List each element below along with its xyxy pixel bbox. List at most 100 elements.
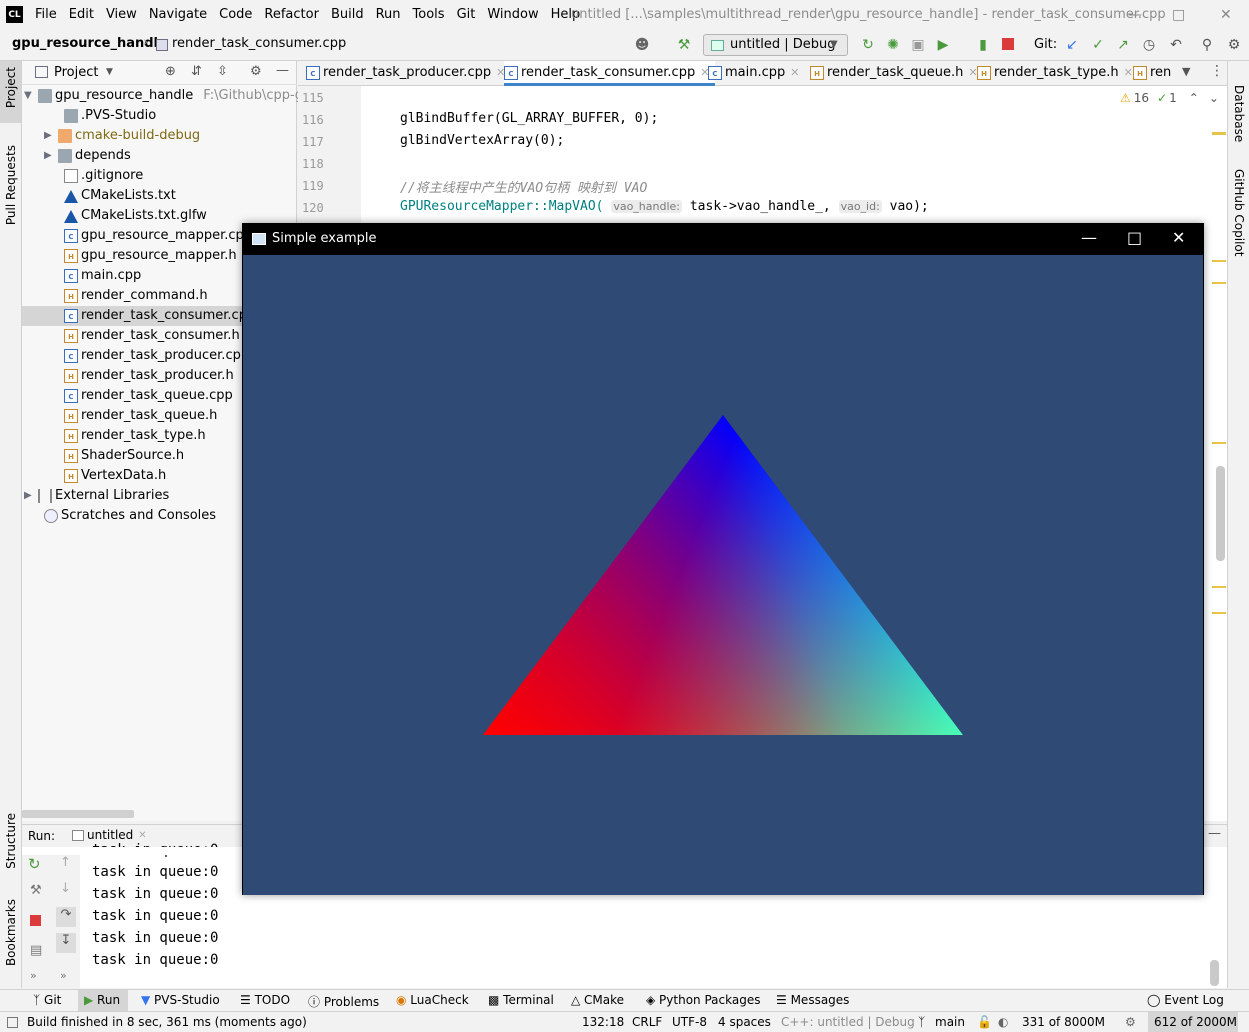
gl-window-titlebar[interactable]: Simple example — □ ✕ — [243, 224, 1203, 255]
status-line-ending[interactable]: CRLF — [632, 1015, 662, 1029]
close-tab-icon[interactable]: ✕ — [1124, 66, 1133, 79]
tree-item[interactable]: CMakeLists.txt — [64, 186, 176, 206]
menu-build[interactable]: Build — [331, 7, 364, 22]
tree-item[interactable]: Crender_task_producer.cpp — [64, 346, 249, 366]
close-tab-icon[interactable]: ✕ — [138, 830, 146, 841]
locate-icon[interactable]: ⊕ — [165, 64, 176, 79]
menu-edit[interactable]: Edit — [69, 7, 94, 22]
rerun-icon[interactable]: ↻ — [28, 855, 41, 873]
status-memory-a[interactable]: 331 of 8000M — [1022, 1015, 1105, 1029]
maximize-icon[interactable]: □ — [1172, 7, 1185, 23]
vertical-scrollbar[interactable] — [1216, 466, 1225, 561]
tree-item[interactable]: ▶ cmake-build-debug — [44, 126, 200, 146]
menu-git[interactable]: Git — [457, 7, 476, 22]
tab-render-task-type-h[interactable]: Hrender_task_type.h ✕ — [977, 61, 1133, 86]
menu-refactor[interactable]: Refactor — [264, 7, 319, 22]
menu-view[interactable]: View — [106, 7, 137, 22]
gl-canvas[interactable] — [243, 255, 1203, 895]
tree-item[interactable]: H ShaderSource.h — [64, 446, 184, 466]
user-icon[interactable]: ☻ — [634, 37, 650, 53]
bottom-tab-run[interactable]: ▶ Run — [84, 993, 120, 1007]
run-configuration-select[interactable]: untitled | Debug — [703, 34, 848, 56]
menu-code[interactable]: Code — [219, 7, 252, 22]
tree-item[interactable]: Cgpu_resource_mapper.cpp — [64, 226, 252, 246]
tree-item[interactable]: .gitignore — [64, 166, 143, 186]
tool-window-database[interactable]: Database — [1232, 85, 1246, 142]
chevron-down-icon[interactable]: ▼ — [24, 86, 38, 106]
close-icon[interactable]: ✕ — [1172, 228, 1185, 247]
menu-tools[interactable]: Tools — [413, 7, 445, 22]
chevron-right-icon[interactable]: ▶ — [44, 146, 58, 166]
stop-icon[interactable] — [1002, 38, 1014, 50]
minimize-icon[interactable]: — — [1128, 7, 1142, 23]
search-icon[interactable]: ⚲ — [1199, 37, 1215, 53]
tab-truncated[interactable]: Hren — [1133, 61, 1178, 86]
inspection-widget[interactable]: ⚠ 16 ✓ 1 ⌃ ⌄ — [1120, 91, 1219, 105]
lock-icon[interactable]: 🔓 — [977, 1015, 992, 1029]
inspector-icon[interactable]: ⚙ — [1125, 1015, 1136, 1029]
arrow-up-icon[interactable]: ↑ — [60, 855, 71, 870]
tree-item[interactable]: .PVS-Studio — [64, 106, 156, 126]
gear-icon[interactable]: ⚙ — [250, 64, 262, 79]
breadcrumb-file[interactable]: render_task_consumer.cpp — [172, 36, 346, 51]
status-branch[interactable]: main — [935, 1015, 965, 1029]
git-push-icon[interactable]: ↗ — [1115, 37, 1131, 53]
scroll-to-end-icon[interactable]: ↧ — [56, 933, 76, 953]
project-panel-title[interactable]: Project — [54, 65, 98, 80]
stop-icon[interactable] — [30, 915, 41, 926]
gl-window[interactable]: Simple example — □ ✕ — [242, 223, 1204, 895]
more-tabs-icon[interactable]: ⋮ — [1210, 63, 1224, 79]
debug-icon[interactable]: ✺ — [885, 37, 901, 53]
bottom-tab-python-packages[interactable]: ◈ Python Packages — [646, 993, 760, 1007]
tree-item[interactable]: Hrender_task_consumer.h — [64, 326, 240, 346]
more-icon[interactable]: » — [30, 969, 37, 982]
attach-icon[interactable]: ▣ — [910, 37, 926, 53]
more-icon[interactable]: » — [60, 969, 67, 982]
tab-render-task-producer-cpp[interactable]: Crender_task_producer.cpp ✕ — [306, 61, 505, 86]
hammer-icon[interactable]: ⚒ — [676, 37, 692, 53]
status-toggle-icon[interactable] — [7, 1017, 18, 1028]
arrow-down-icon[interactable]: ↓ — [60, 881, 71, 896]
tool-window-project[interactable]: Project — [4, 67, 18, 108]
coverage-icon[interactable]: ▶ — [935, 37, 951, 53]
tree-external-libraries[interactable]: ▶ External Libraries — [24, 486, 169, 506]
tree-item[interactable]: Hrender_command.h — [64, 286, 208, 306]
tool-window-bookmarks[interactable]: Bookmarks — [4, 899, 18, 966]
tree-item-selected[interactable]: Crender_task_consumer.cpp — [64, 306, 255, 326]
chevron-right-icon[interactable]: ▶ — [44, 126, 58, 146]
hide-icon[interactable]: — — [1208, 826, 1221, 841]
menu-window[interactable]: Window — [487, 7, 538, 22]
layout-icon[interactable]: ▤ — [30, 943, 42, 958]
tool-window-structure[interactable]: Structure — [4, 813, 18, 869]
tab-main-cpp[interactable]: Cmain.cpp ✕ — [708, 61, 799, 86]
git-commit-icon[interactable]: ✓ — [1090, 37, 1106, 53]
close-tab-icon[interactable]: ✕ — [790, 66, 799, 79]
menu-navigate[interactable]: Navigate — [149, 7, 207, 22]
bottom-tab-messages[interactable]: ☰ Messages — [776, 993, 849, 1007]
maximize-icon[interactable]: □ — [1127, 228, 1142, 247]
tree-item[interactable]: Hrender_task_queue.h — [64, 406, 217, 426]
status-memory-b[interactable]: 612 of 2000M — [1154, 1015, 1237, 1029]
menu-file[interactable]: File — [35, 7, 57, 22]
status-indent[interactable]: 4 spaces — [718, 1015, 771, 1029]
rebuild-icon[interactable]: ↻ — [860, 37, 876, 53]
chevron-up-icon[interactable]: ⌃ — [1189, 91, 1199, 105]
close-icon[interactable]: ✕ — [1220, 7, 1232, 23]
tab-render-task-queue-h[interactable]: Hrender_task_queue.h ✕ — [810, 61, 978, 86]
tree-item[interactable]: Hrender_task_type.h — [64, 426, 206, 446]
minimize-icon[interactable]: — — [1081, 228, 1097, 247]
wrench-icon[interactable]: ⚒ — [30, 883, 42, 898]
bottom-tab-terminal[interactable]: ▩ Terminal — [488, 993, 554, 1007]
bottom-tab-cmake[interactable]: △ CMake — [571, 993, 624, 1007]
status-context[interactable]: C++: untitled | Debug — [781, 1015, 915, 1029]
tree-item[interactable]: H VertexData.h — [64, 466, 166, 486]
expand-all-icon[interactable]: ⇵ — [191, 64, 202, 79]
rollback-icon[interactable]: ↶ — [1168, 37, 1184, 53]
soft-wrap-icon[interactable]: ↷ — [56, 907, 76, 927]
bottom-tab-event-log[interactable]: ◯ Event Log — [1147, 993, 1224, 1007]
status-message[interactable]: Build finished in 8 sec, 361 ms (moments… — [27, 1015, 307, 1029]
tool-window-copilot[interactable]: GitHub Copilot — [1232, 169, 1246, 256]
chevron-down-icon[interactable]: ⌄ — [1209, 91, 1219, 105]
chevron-right-icon[interactable]: ▶ — [24, 486, 38, 506]
tree-item[interactable]: Hgpu_resource_mapper.h — [64, 246, 237, 266]
